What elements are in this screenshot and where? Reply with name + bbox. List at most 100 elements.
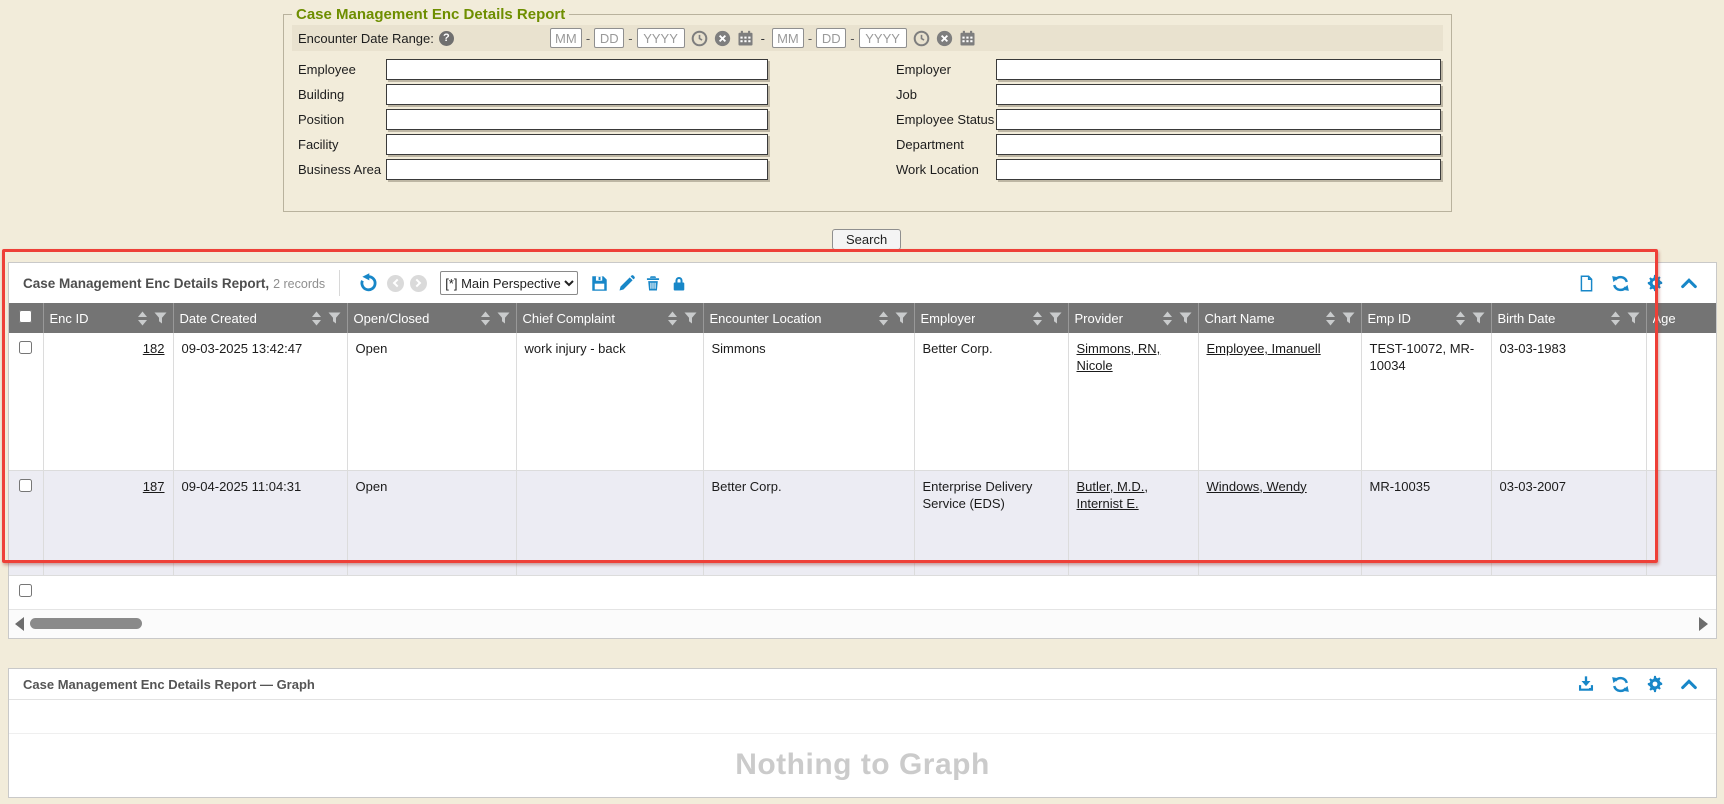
date-to-day-input[interactable]: [816, 28, 846, 48]
column-label: Encounter Location: [710, 311, 822, 326]
column-header-chief-complaint[interactable]: Chief Complaint: [516, 303, 703, 333]
column-header-open-closed[interactable]: Open/Closed: [347, 303, 516, 333]
sort-icon[interactable]: [1162, 311, 1173, 326]
calendar-icon[interactable]: [959, 30, 976, 47]
perspective-select[interactable]: [*] Main Perspective: [440, 271, 578, 295]
filter-icon[interactable]: [1342, 312, 1355, 324]
edit-icon[interactable]: [618, 275, 635, 292]
new-document-icon[interactable]: [1578, 274, 1595, 293]
building-field[interactable]: [386, 84, 768, 105]
column-header-chart-name[interactable]: Chart Name: [1198, 303, 1361, 333]
next-icon[interactable]: [410, 275, 427, 292]
select-all-checkbox[interactable]: [19, 310, 32, 323]
sort-icon[interactable]: [311, 311, 322, 326]
filter-icon[interactable]: [1627, 312, 1640, 324]
row-checkbox[interactable]: [19, 341, 32, 354]
cell-birth-date: 03-03-1983: [1491, 333, 1646, 470]
link-provider[interactable]: Simmons, RN, Nicole: [1077, 341, 1161, 373]
graph-toolbar-right: [1577, 675, 1702, 694]
lock-icon[interactable]: [671, 275, 687, 292]
employer-label: Employer: [896, 62, 996, 77]
collapse-icon[interactable]: [1680, 276, 1698, 290]
filter-icon[interactable]: [1472, 312, 1485, 324]
help-icon[interactable]: ?: [439, 31, 454, 46]
date-from-month-input[interactable]: [550, 28, 582, 48]
sort-icon[interactable]: [137, 311, 148, 326]
employee-field[interactable]: [386, 59, 768, 80]
filter-form: Employee Building Position Facility Busi…: [292, 51, 1443, 182]
sort-icon[interactable]: [1325, 311, 1336, 326]
link-chart-name[interactable]: Employee, Imanuell: [1207, 341, 1321, 356]
date-from-day-input[interactable]: [594, 28, 624, 48]
sort-icon[interactable]: [480, 311, 491, 326]
collapse-icon[interactable]: [1680, 677, 1698, 691]
department-field[interactable]: [996, 134, 1441, 155]
save-icon[interactable]: [591, 275, 608, 292]
calendar-icon[interactable]: [737, 30, 754, 47]
scrollbar-thumb[interactable]: [30, 618, 142, 629]
cell-open-closed: Open: [347, 470, 516, 575]
column-header-enc-id[interactable]: Enc ID: [43, 303, 173, 333]
refresh-icon[interactable]: [1611, 274, 1630, 293]
row-checkbox[interactable]: [19, 479, 32, 492]
facility-field[interactable]: [386, 134, 768, 155]
link-enc-id[interactable]: 182: [143, 341, 165, 356]
job-field[interactable]: [996, 84, 1441, 105]
filter-icon[interactable]: [1049, 312, 1062, 324]
settings-icon[interactable]: [1646, 274, 1664, 292]
settings-icon[interactable]: [1646, 675, 1664, 693]
column-header-date-created[interactable]: Date Created: [173, 303, 347, 333]
scroll-right-icon[interactable]: [1699, 617, 1708, 631]
cell-encounter-location: Simmons: [703, 333, 914, 470]
link-provider[interactable]: Butler, M.D., Internist E.: [1077, 479, 1149, 511]
page: Case Management Enc Details Report Encou…: [0, 0, 1724, 804]
link-enc-id[interactable]: 187: [143, 479, 165, 494]
search-button[interactable]: Search: [832, 229, 901, 250]
filter-icon[interactable]: [328, 312, 341, 324]
column-header-age[interactable]: Age: [1646, 303, 1716, 333]
clear-icon[interactable]: [936, 30, 953, 47]
results-toolbar-right: [1578, 274, 1702, 293]
link-chart-name[interactable]: Windows, Wendy: [1207, 479, 1307, 494]
footer-row-checkbox[interactable]: [19, 584, 32, 597]
sort-icon[interactable]: [1610, 311, 1621, 326]
sort-icon[interactable]: [1032, 311, 1043, 326]
facility-label: Facility: [298, 137, 386, 152]
business-area-field[interactable]: [386, 159, 768, 180]
download-icon[interactable]: [1577, 675, 1595, 693]
date-to-month-input[interactable]: [772, 28, 804, 48]
scroll-left-icon[interactable]: [15, 617, 24, 631]
column-header-encounter-location[interactable]: Encounter Location: [703, 303, 914, 333]
work-location-field[interactable]: [996, 159, 1441, 180]
column-header-birth-date[interactable]: Birth Date: [1491, 303, 1646, 333]
cell-provider: Butler, M.D., Internist E.: [1068, 470, 1198, 575]
filter-icon[interactable]: [154, 312, 167, 324]
previous-icon[interactable]: [387, 275, 404, 292]
clock-icon[interactable]: [691, 30, 708, 47]
encounter-date-range-label: Encounter Date Range:: [298, 31, 434, 46]
filter-icon[interactable]: [684, 312, 697, 324]
clear-icon[interactable]: [714, 30, 731, 47]
employer-field[interactable]: [996, 59, 1441, 80]
undo-icon[interactable]: [359, 273, 379, 293]
column-header-provider[interactable]: Provider: [1068, 303, 1198, 333]
filter-icon[interactable]: [497, 312, 510, 324]
horizontal-scrollbar[interactable]: [9, 610, 1716, 638]
filter-icon[interactable]: [1179, 312, 1192, 324]
results-title-text: Case Management Enc Details Report,: [23, 276, 269, 291]
sort-icon[interactable]: [1455, 311, 1466, 326]
filter-icon[interactable]: [895, 312, 908, 324]
refresh-icon[interactable]: [1611, 675, 1630, 694]
column-header-emp-id[interactable]: Emp ID: [1361, 303, 1491, 333]
clock-icon[interactable]: [913, 30, 930, 47]
column-header-employer[interactable]: Employer: [914, 303, 1068, 333]
sort-icon[interactable]: [667, 311, 678, 326]
position-field[interactable]: [386, 109, 768, 130]
employee-status-field[interactable]: [996, 109, 1441, 130]
sort-icon[interactable]: [878, 311, 889, 326]
date-to-year-input[interactable]: [859, 28, 907, 48]
graph-title: Case Management Enc Details Report — Gra…: [23, 677, 315, 692]
date-from-year-input[interactable]: [637, 28, 685, 48]
delete-icon[interactable]: [645, 275, 661, 292]
results-grid: Enc IDDate CreatedOpen/ClosedChief Compl…: [9, 303, 1716, 576]
